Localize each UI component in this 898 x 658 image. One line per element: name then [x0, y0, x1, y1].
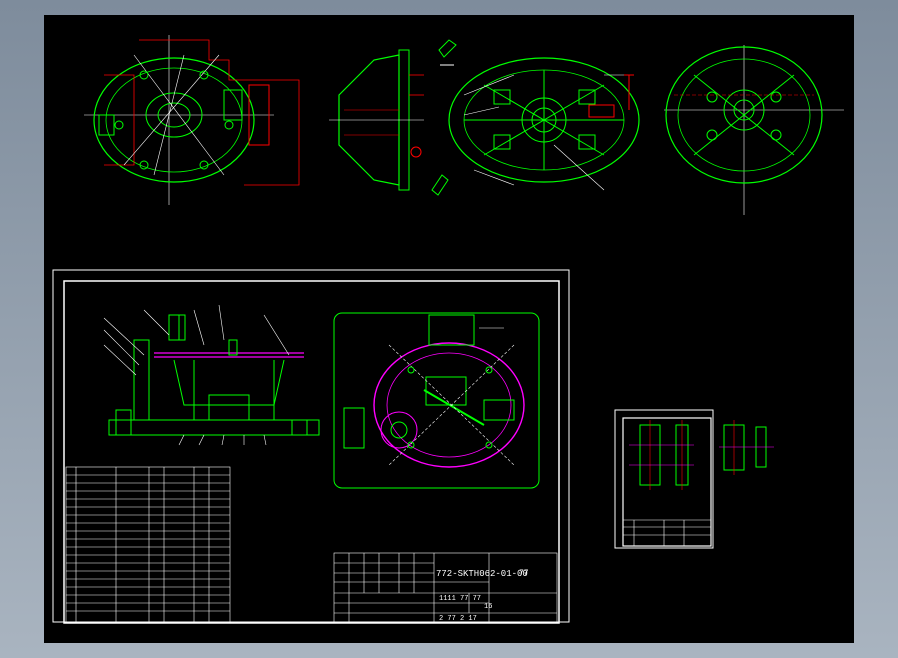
scale-row: 1111 77 77 — [439, 595, 481, 603]
assembly-top-view — [333, 312, 540, 489]
cad-drawing-svg: 772-SKTH062-01-00 77 1111 77 77 16 2 77 … — [52, 35, 844, 624]
drawing-number: 772-SKTH062-01-00 — [436, 569, 528, 579]
detail-side-part — [719, 420, 774, 475]
footer-text: 2 77 2 17 — [439, 615, 477, 623]
top-view-side-profile — [329, 49, 424, 191]
top-view-flange-dimensioned — [84, 35, 300, 205]
detail-sheet — [614, 409, 714, 549]
top-view-flange-ribbed — [448, 57, 640, 191]
parts-list-table — [65, 466, 231, 624]
qty: 16 — [484, 603, 492, 611]
title-block — [333, 552, 558, 624]
sheet-label: 77 — [519, 569, 529, 578]
detail-symbols — [431, 39, 457, 196]
assembly-front-view — [103, 304, 320, 446]
cad-drawing-canvas[interactable]: 772-SKTH062-01-00 77 1111 77 77 16 2 77 … — [44, 15, 854, 643]
top-view-flange-plain — [664, 45, 844, 215]
